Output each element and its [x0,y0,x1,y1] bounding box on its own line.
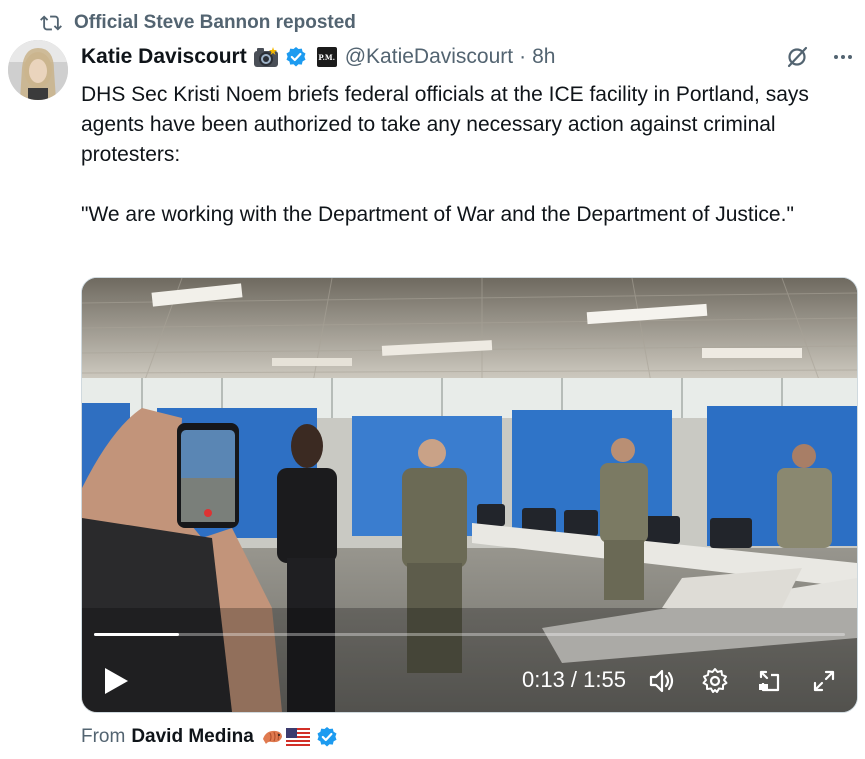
author-handle[interactable]: @KatieDaviscourt [345,45,513,69]
video-progress-bar[interactable] [94,633,845,636]
repost-icon [40,15,62,31]
tweet-header: Katie Daviscourt P.M. @KatieDaviscourt ·… [81,42,855,72]
tweet-text: DHS Sec Kristi Noem briefs federal offic… [81,80,851,230]
video-attribution: From David Medina [81,724,338,750]
picture-in-picture-icon[interactable] [755,666,785,696]
verified-badge-icon[interactable] [285,46,307,68]
post-time[interactable]: 8h [532,45,555,69]
affiliation-badge-icon[interactable]: P.M. [316,47,337,67]
attribution-name[interactable]: David Medina [131,726,253,748]
repost-indicator[interactable]: Official Steve Bannon reposted [40,10,356,36]
volume-icon[interactable] [647,666,677,696]
attribution-prefix: From [81,726,126,747]
video-player[interactable]: 0:13 / 1:55 [81,277,858,713]
more-options-icon[interactable] [831,45,855,69]
avatar[interactable] [8,40,68,100]
repost-label: Official Steve Bannon reposted [74,12,356,33]
video-frame [82,278,857,712]
video-progress-fill [94,633,179,636]
tweet-paragraph: "We are working with the Department of W… [81,203,794,226]
video-controls: 0:13 / 1:55 [82,652,857,712]
camera-emoji-icon [253,46,279,68]
us-flag-emoji-icon [285,728,310,746]
separator: · [519,45,527,68]
avatar-image [8,40,68,100]
tweet-paragraph: DHS Sec Kristi Noem briefs federal offic… [81,83,809,166]
author-name[interactable]: Katie Daviscourt [81,45,247,69]
settings-gear-icon[interactable] [700,666,730,696]
play-icon[interactable] [102,666,130,696]
affiliation-badge-text: P.M. [316,47,337,67]
attribution-verified-badge-icon [317,727,337,747]
video-time: 0:13 / 1:55 [522,667,626,692]
fullscreen-icon[interactable] [809,666,839,696]
shrimp-emoji-icon [262,730,282,744]
grok-icon[interactable] [785,45,809,69]
